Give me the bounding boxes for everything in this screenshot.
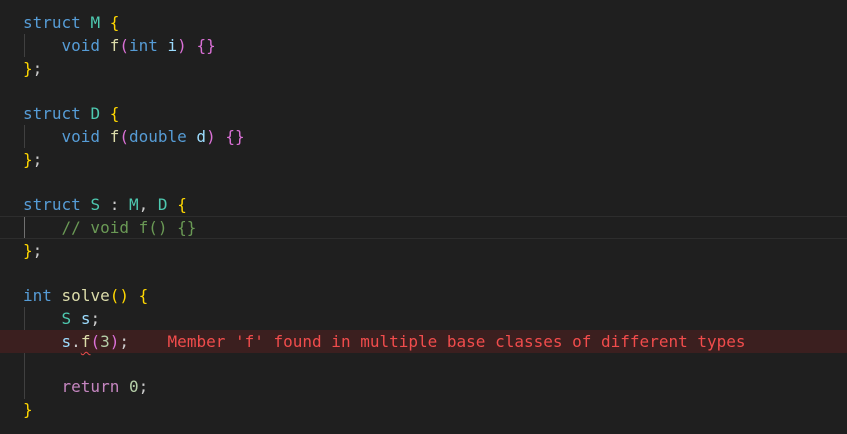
return-type: int [23,286,52,305]
bracket: } [23,241,33,260]
colon: : [109,195,120,214]
struct-name: M [90,13,101,32]
semicolon: ; [119,332,130,351]
keyword-struct: struct [23,13,81,32]
bracket: } [23,59,33,78]
bracket: ) [177,36,187,55]
function-name: f [109,36,120,55]
bracket: ) [109,332,120,351]
base-class: D [157,195,168,214]
param-name: d [196,127,207,146]
semicolon: ; [138,377,149,396]
code-line-7[interactable]: }; [0,148,847,171]
bracket: } [23,150,33,169]
struct-name: S [90,195,101,214]
keyword-return: return [61,377,120,396]
bracket: ) [206,127,216,146]
code-line-17[interactable]: return 0; [0,375,847,398]
bracket: { [109,104,120,123]
function-name: solve [61,286,110,305]
type-name: S [61,309,72,328]
code-line-2[interactable]: void f(int i) {} [0,34,847,57]
bracket: () [109,286,129,305]
bracket: { [138,286,149,305]
code-line-6[interactable]: void f(double d) {} [0,125,847,148]
code-editor[interactable]: struct M { void f(int i) {} }; struct D … [0,0,847,434]
object-name: s [61,332,72,351]
keyword-void: void [61,127,101,146]
param-type: int [128,36,158,55]
base-class: M [129,195,139,214]
bracket: { [177,195,187,214]
error-squiggle-member[interactable]: f [81,332,91,351]
code-line-18[interactable]: } [0,398,847,421]
code-line-3[interactable]: }; [0,57,847,80]
comment: // void f() {} [61,218,197,237]
keyword-void: void [61,36,101,55]
bracket: } [23,400,33,419]
semicolon: ; [32,59,43,78]
function-body: {} [196,36,216,55]
code-line-5[interactable]: struct D { [0,102,847,125]
keyword-struct: struct [23,195,81,214]
number-literal: 3 [100,332,110,351]
code-line-11[interactable]: }; [0,239,847,262]
semicolon: ; [32,241,43,260]
code-line-9[interactable]: struct S : M, D { [0,193,847,216]
dot: . [71,332,81,351]
code-line-13[interactable]: int solve() { [0,284,847,307]
param-type: double [128,127,187,146]
bracket: ( [119,127,129,146]
code-line-10[interactable]: // void f() {} [0,216,847,239]
struct-name: D [90,104,101,123]
function-name: f [109,127,120,146]
keyword-struct: struct [23,104,81,123]
comma: , [138,195,149,214]
bracket: { [109,13,120,32]
code-line-14[interactable]: S s; [0,307,847,330]
error-lens-message: Member 'f' found in multiple base classe… [167,332,746,351]
variable-name: s [80,309,91,328]
number-literal: 0 [128,377,139,396]
bracket: ( [119,36,129,55]
param-name: i [167,36,178,55]
semicolon: ; [32,150,43,169]
function-body: {} [225,127,245,146]
code-line-1[interactable]: struct M { [0,11,847,34]
semicolon: ; [90,309,101,328]
bracket: ( [90,332,101,351]
code-line-15[interactable]: s.f(3); Member 'f' found in multiple bas… [0,330,847,353]
